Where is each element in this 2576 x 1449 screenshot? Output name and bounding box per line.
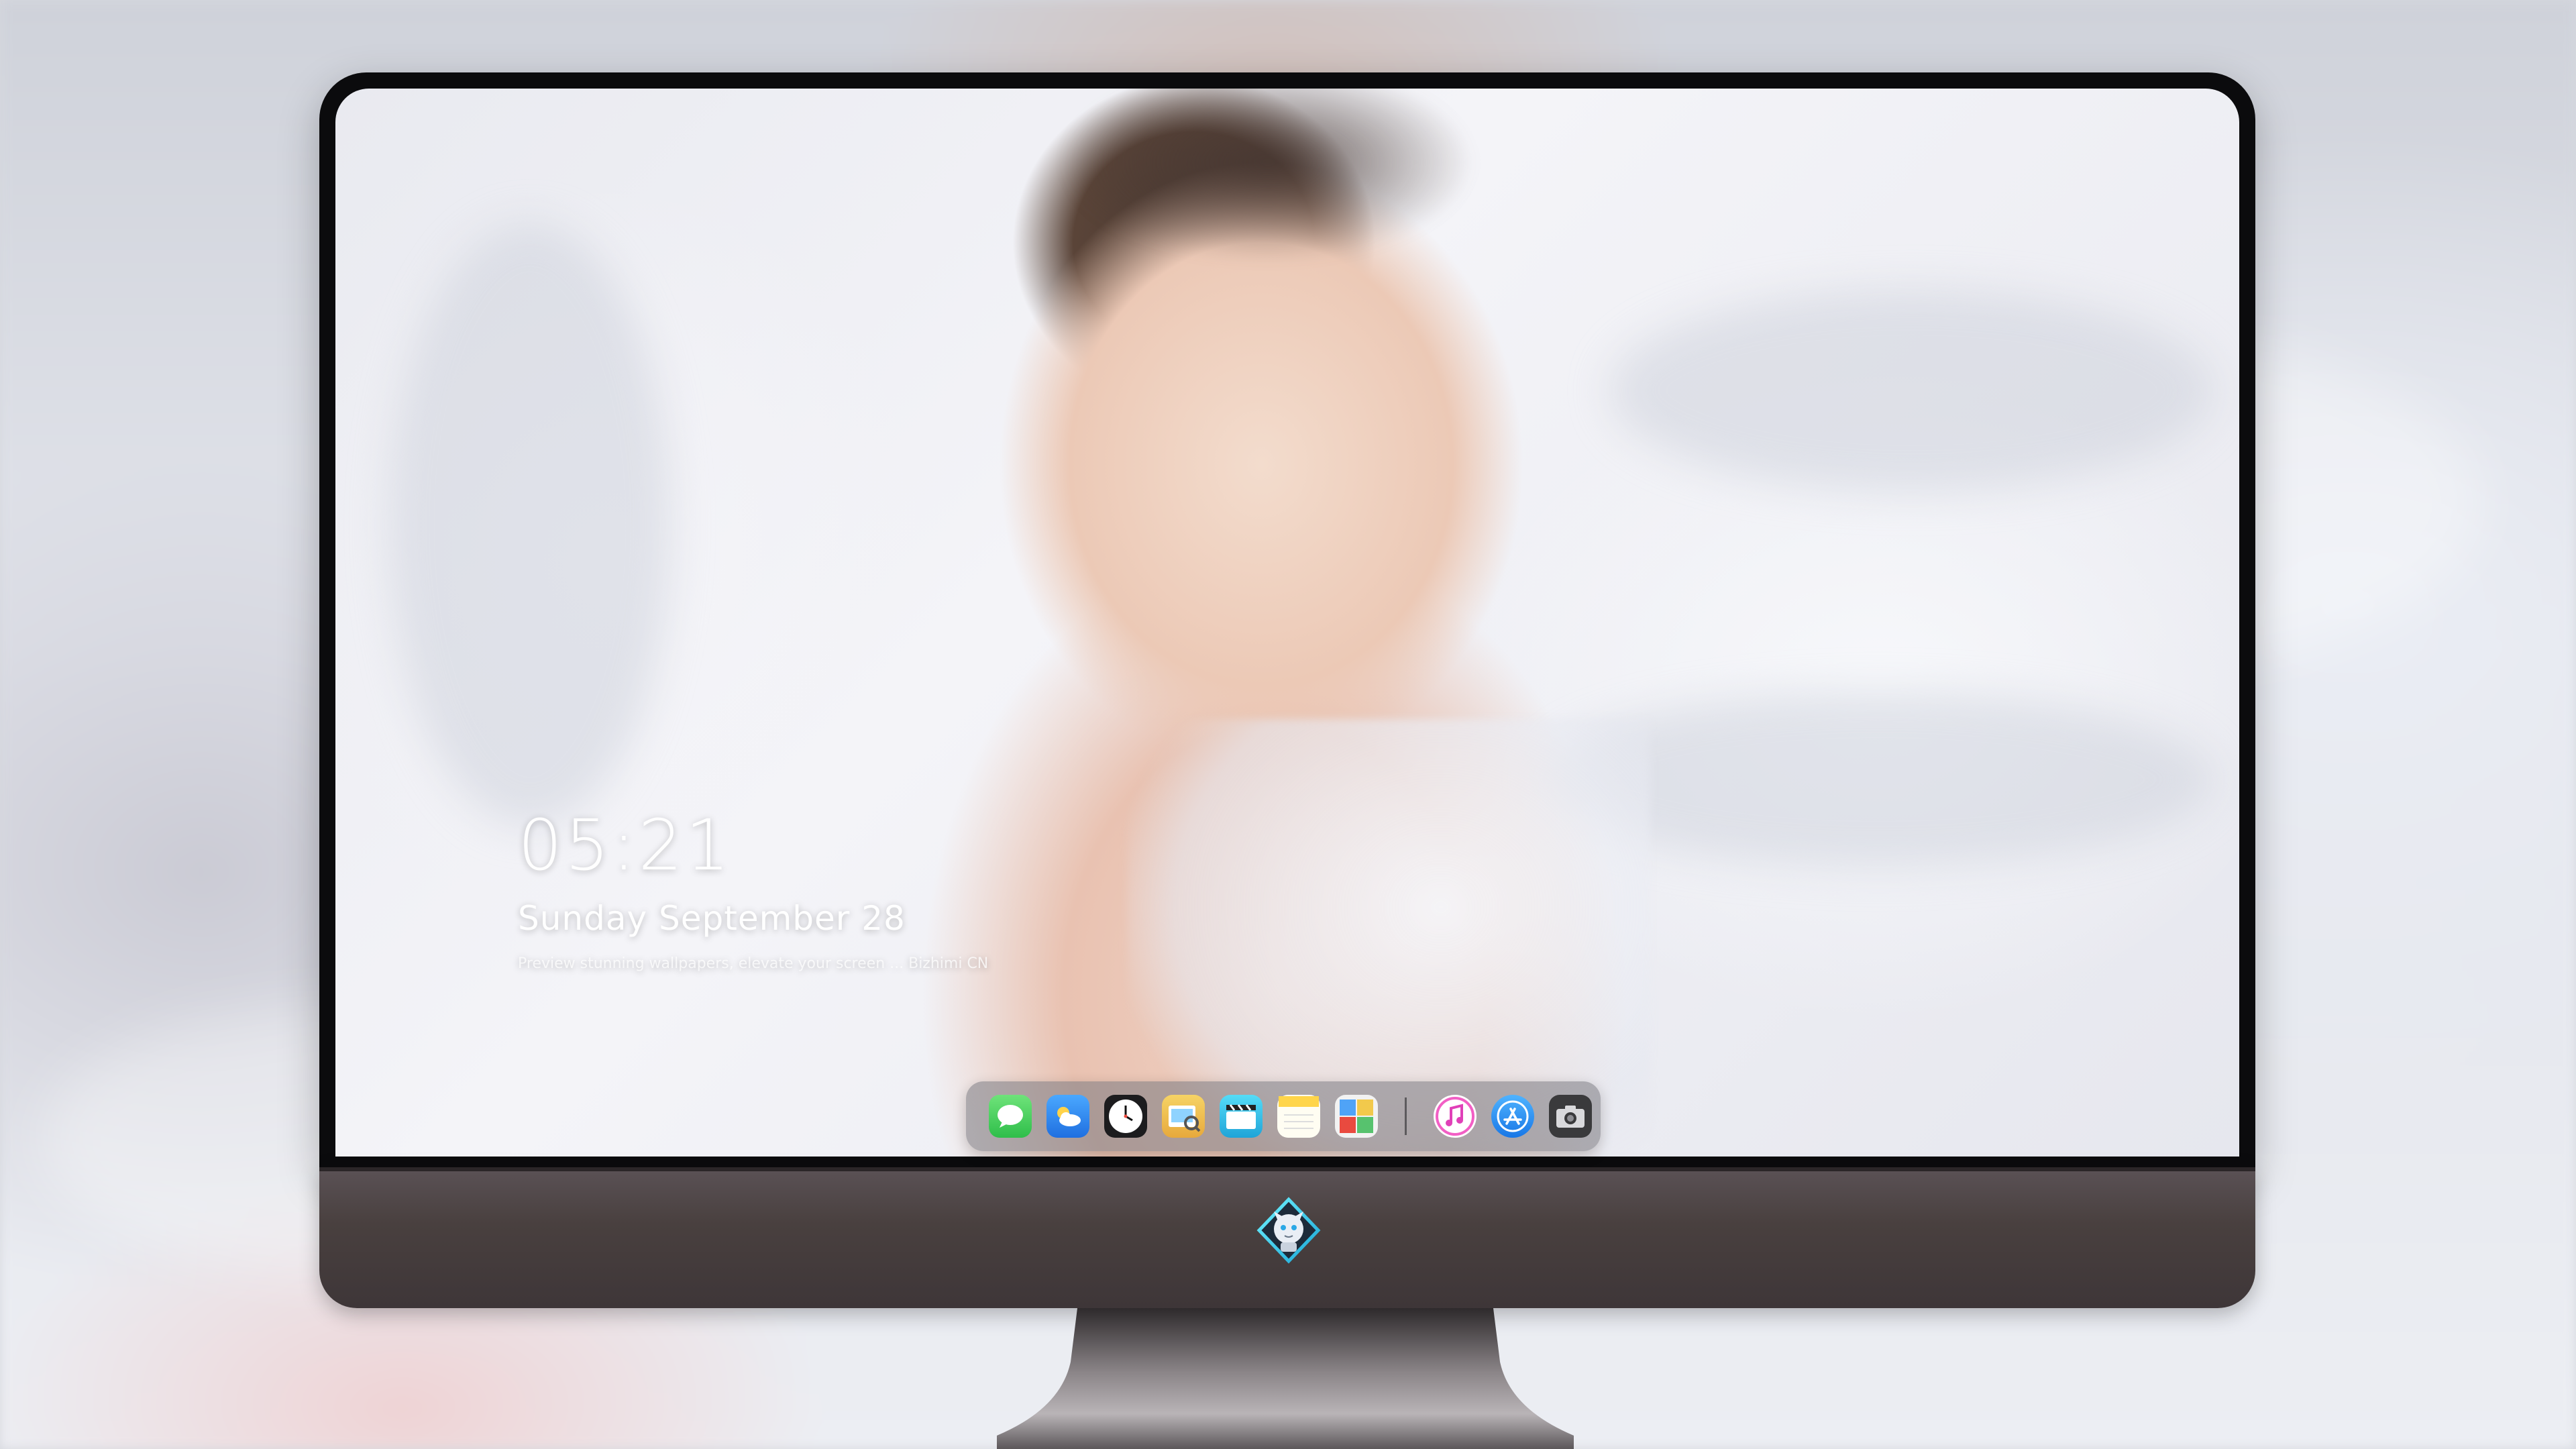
wallpaper-hair-shade — [1060, 89, 1476, 263]
clock-date: Sunday September 28 — [518, 899, 906, 938]
monitor-stand — [997, 1308, 1574, 1449]
messages-icon[interactable] — [989, 1095, 1032, 1138]
wallpaper-fold — [389, 223, 671, 826]
monitor-chin — [319, 1167, 2255, 1308]
chin-divider — [319, 1167, 2255, 1171]
preview-icon[interactable] — [1162, 1095, 1205, 1138]
app-store-icon[interactable] — [1491, 1095, 1534, 1138]
lock-clock-widget: 05:21 Sunday September 28 Preview stunni… — [518, 810, 988, 971]
music-icon[interactable] — [1434, 1095, 1477, 1138]
notes-icon[interactable] — [1277, 1095, 1320, 1138]
clapper-icon[interactable] — [1220, 1095, 1263, 1138]
monitor-bezel: 05:21 Sunday September 28 Preview stunni… — [319, 72, 2255, 1167]
monitor: 05:21 Sunday September 28 Preview stunni… — [319, 72, 2255, 1308]
desktop-screen[interactable]: 05:21 Sunday September 28 Preview stunni… — [335, 89, 2239, 1157]
clock-time: 05:21 — [518, 804, 733, 886]
camera-icon[interactable] — [1549, 1095, 1592, 1138]
dock-separator — [1405, 1097, 1407, 1135]
clock-icon[interactable] — [1104, 1095, 1147, 1138]
weather-icon[interactable] — [1046, 1095, 1089, 1138]
robot-logo-icon — [1256, 1197, 1321, 1264]
wallpaper-caption: Preview stunning wallpapers, elevate you… — [518, 955, 989, 972]
dock — [966, 1081, 1601, 1151]
wallpaper-fold — [1610, 290, 2214, 491]
photo-booth-icon[interactable] — [1335, 1095, 1378, 1138]
